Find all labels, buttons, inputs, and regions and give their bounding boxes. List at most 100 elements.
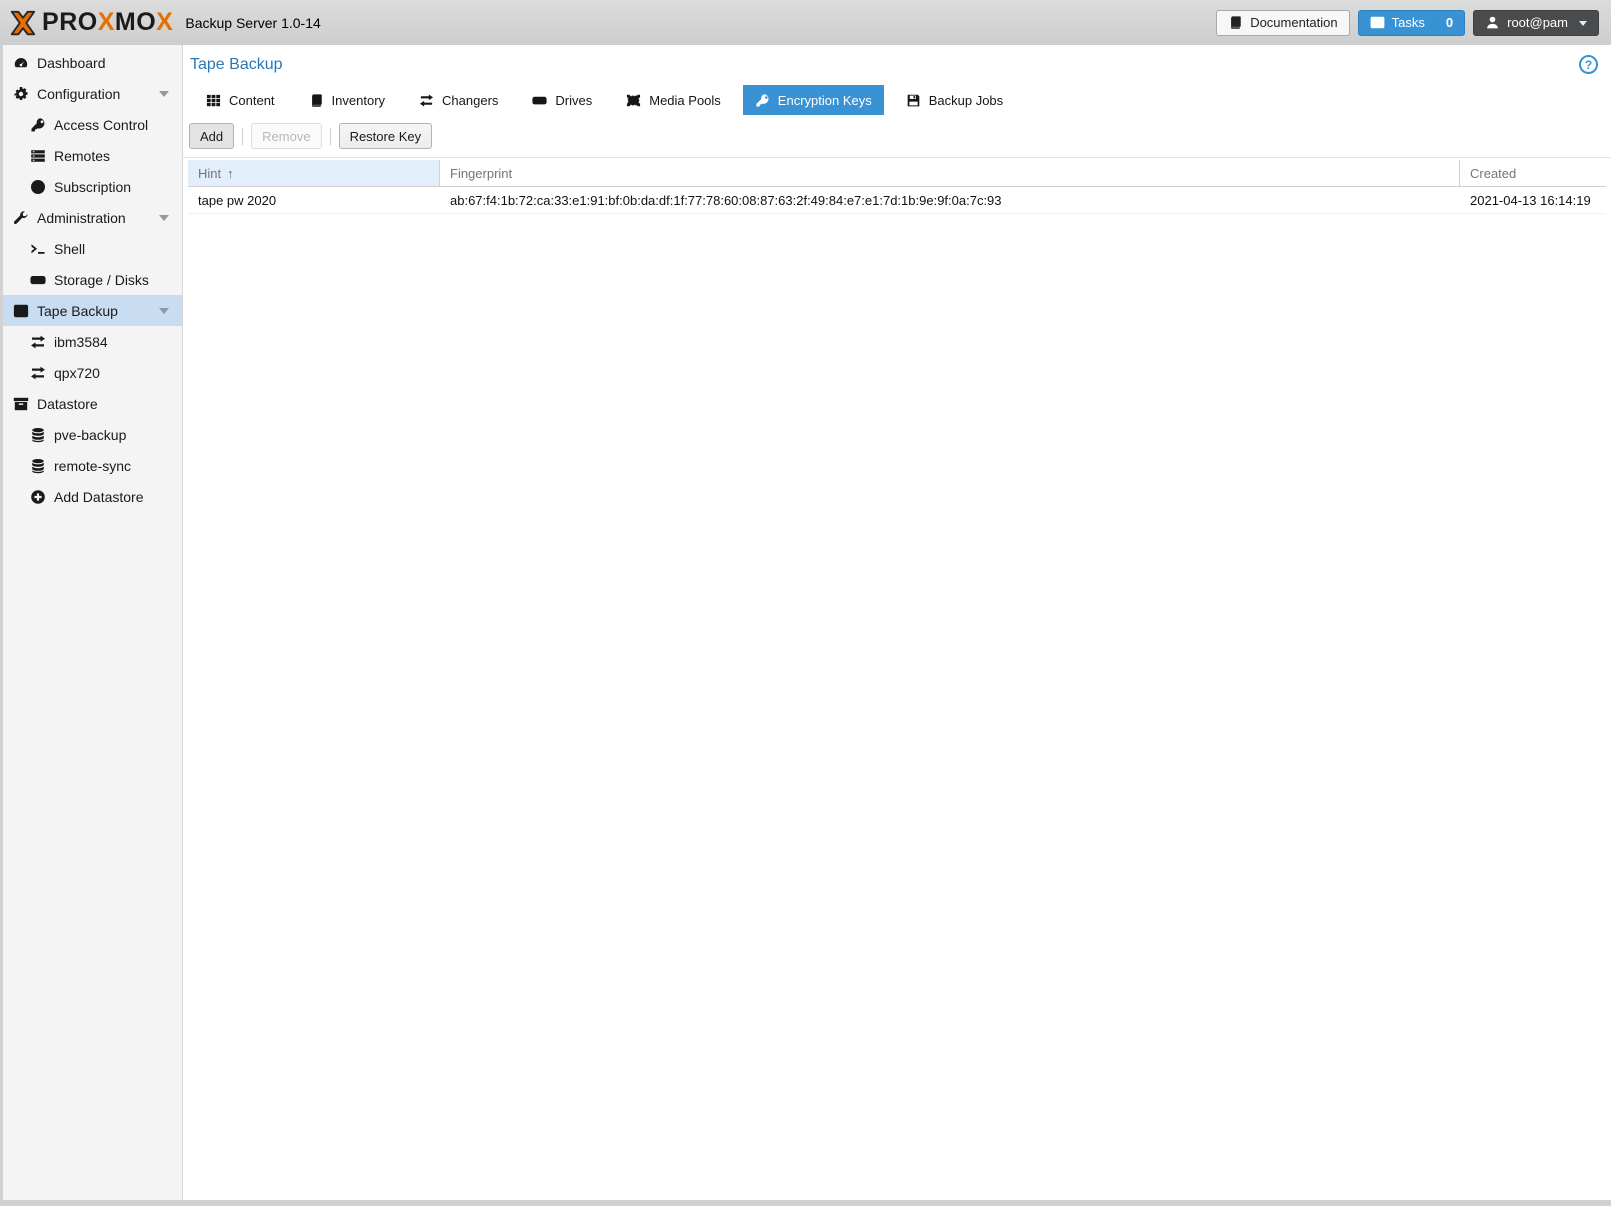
key-icon: [30, 117, 46, 133]
sidebar-item-label: Access Control: [54, 117, 148, 133]
column-header-label: Created: [1470, 166, 1516, 181]
column-header-created[interactable]: Created: [1460, 160, 1606, 186]
column-header-hint[interactable]: Hint ↑: [188, 160, 440, 186]
toolbar-separator: [330, 128, 331, 145]
table-header: Hint ↑ Fingerprint Created: [188, 160, 1606, 187]
sidebar-item-label: remote-sync: [54, 458, 131, 474]
sidebar-item-remote-sync[interactable]: remote-sync: [3, 450, 182, 481]
sidebar-item-storage-disks[interactable]: Storage / Disks: [3, 264, 182, 295]
sidebar-item-administration[interactable]: Administration: [3, 202, 182, 233]
exchange-icon: [30, 365, 46, 381]
add-button[interactable]: Add: [189, 123, 234, 149]
user-icon: [1485, 15, 1500, 30]
tab-media-pools[interactable]: Media Pools: [614, 85, 733, 115]
sidebar-item-pve-backup[interactable]: pve-backup: [3, 419, 182, 450]
sidebar-item-label: Datastore: [37, 396, 98, 412]
cell-created: 2021-04-13 16:14:19: [1460, 187, 1606, 213]
save-icon: [906, 93, 921, 108]
sidebar-item-shell[interactable]: Shell: [3, 233, 182, 264]
hdd-icon: [532, 93, 547, 108]
page-title: Tape Backup: [190, 56, 283, 74]
chevron-down-icon[interactable]: [159, 91, 169, 102]
object-group-icon: [626, 93, 641, 108]
column-header-label: Fingerprint: [450, 166, 512, 181]
sidebar-item-label: Configuration: [37, 86, 120, 102]
book-icon: [1228, 15, 1243, 30]
main-header: Tape Backup ?: [183, 45, 1611, 85]
sidebar-item-label: Tape Backup: [37, 303, 118, 319]
sidebar-item-remotes[interactable]: Remotes: [3, 140, 182, 171]
tab-inventory[interactable]: Inventory: [297, 85, 397, 115]
tab-changers[interactable]: Changers: [407, 85, 510, 115]
plus-circle-icon: [30, 489, 46, 505]
server-icon: [30, 148, 46, 164]
gears-icon: [13, 86, 29, 102]
sidebar-item-label: Dashboard: [37, 55, 106, 71]
sidebar-item-label: qpx720: [54, 365, 100, 381]
tab-label: Content: [229, 93, 275, 108]
sidebar-item-label: Add Datastore: [54, 489, 144, 505]
key-icon: [755, 93, 770, 108]
sidebar-item-add-datastore[interactable]: Add Datastore: [3, 481, 182, 512]
tab-label: Inventory: [332, 93, 385, 108]
tab-backup-jobs[interactable]: Backup Jobs: [894, 85, 1015, 115]
toolbar: Add Remove Restore Key: [183, 115, 1611, 158]
app-title: Backup Server 1.0-14: [185, 15, 320, 31]
sort-asc-icon: ↑: [227, 166, 234, 181]
sidebar-item-label: pve-backup: [54, 427, 126, 443]
terminal-icon: [30, 241, 46, 257]
sidebar-item-label: Remotes: [54, 148, 110, 164]
task-list-icon: [1370, 15, 1385, 30]
remove-button[interactable]: Remove: [251, 123, 321, 149]
column-header-label: Hint: [198, 166, 221, 181]
proxmox-wordmark: PROXMOX: [42, 10, 173, 35]
sidebar-item-label: Subscription: [54, 179, 131, 195]
toolbar-separator: [242, 128, 243, 145]
tab-label: Encryption Keys: [778, 93, 872, 108]
tab-drives[interactable]: Drives: [520, 85, 604, 115]
column-header-fingerprint[interactable]: Fingerprint: [440, 160, 1460, 186]
table-body: tape pw 2020 ab:67:f4:1b:72:ca:33:e1:91:…: [188, 187, 1606, 214]
sidebar-item-configuration[interactable]: Configuration: [3, 78, 182, 109]
tab-label: Media Pools: [649, 93, 721, 108]
tab-label: Drives: [555, 93, 592, 108]
sidebar-item-label: Storage / Disks: [54, 272, 149, 288]
topbar-buttons: Documentation Tasks 0 root@pam: [1216, 10, 1599, 36]
sidebar-item-label: ibm3584: [54, 334, 108, 350]
sidebar-item-dashboard[interactable]: Dashboard: [3, 47, 182, 78]
database-icon: [30, 458, 46, 474]
exchange-icon: [30, 334, 46, 350]
sidebar-item-tape-backup[interactable]: Tape Backup: [3, 295, 182, 326]
tab-content[interactable]: Content: [194, 85, 287, 115]
app-body: Dashboard Configuration Access Control R…: [0, 45, 1611, 1200]
proxmox-logo: PROXMOX: [8, 8, 173, 38]
chevron-down-icon[interactable]: [159, 215, 169, 226]
tasks-count-badge: 0: [1446, 15, 1453, 30]
tape-icon: [13, 303, 29, 319]
tasks-button[interactable]: Tasks 0: [1358, 10, 1465, 36]
user-menu-button[interactable]: root@pam: [1473, 10, 1599, 36]
sidebar-item-label: Administration: [37, 210, 126, 226]
tab-encryption-keys[interactable]: Encryption Keys: [743, 85, 884, 115]
tab-bar: Content Inventory Changers Drives Media …: [183, 85, 1611, 115]
grid-icon: [206, 93, 221, 108]
tab-label: Changers: [442, 93, 498, 108]
gauge-icon: [13, 55, 29, 71]
proxmox-x-icon: [8, 8, 38, 38]
sidebar-item-access-control[interactable]: Access Control: [3, 109, 182, 140]
restore-key-button[interactable]: Restore Key: [339, 123, 433, 149]
archive-icon: [13, 396, 29, 412]
tab-label: Backup Jobs: [929, 93, 1003, 108]
table-row[interactable]: tape pw 2020 ab:67:f4:1b:72:ca:33:e1:91:…: [188, 187, 1606, 214]
sidebar-item-subscription[interactable]: Subscription: [3, 171, 182, 202]
cell-fingerprint: ab:67:f4:1b:72:ca:33:e1:91:bf:0b:da:df:1…: [440, 187, 1460, 213]
help-icon[interactable]: ?: [1579, 55, 1598, 74]
book-icon: [309, 93, 324, 108]
documentation-button[interactable]: Documentation: [1216, 10, 1349, 36]
sidebar: Dashboard Configuration Access Control R…: [3, 45, 183, 1200]
sidebar-item-qpx720[interactable]: qpx720: [3, 357, 182, 388]
chevron-down-icon[interactable]: [159, 308, 169, 319]
sidebar-item-datastore[interactable]: Datastore: [3, 388, 182, 419]
sidebar-item-ibm3584[interactable]: ibm3584: [3, 326, 182, 357]
database-icon: [30, 427, 46, 443]
